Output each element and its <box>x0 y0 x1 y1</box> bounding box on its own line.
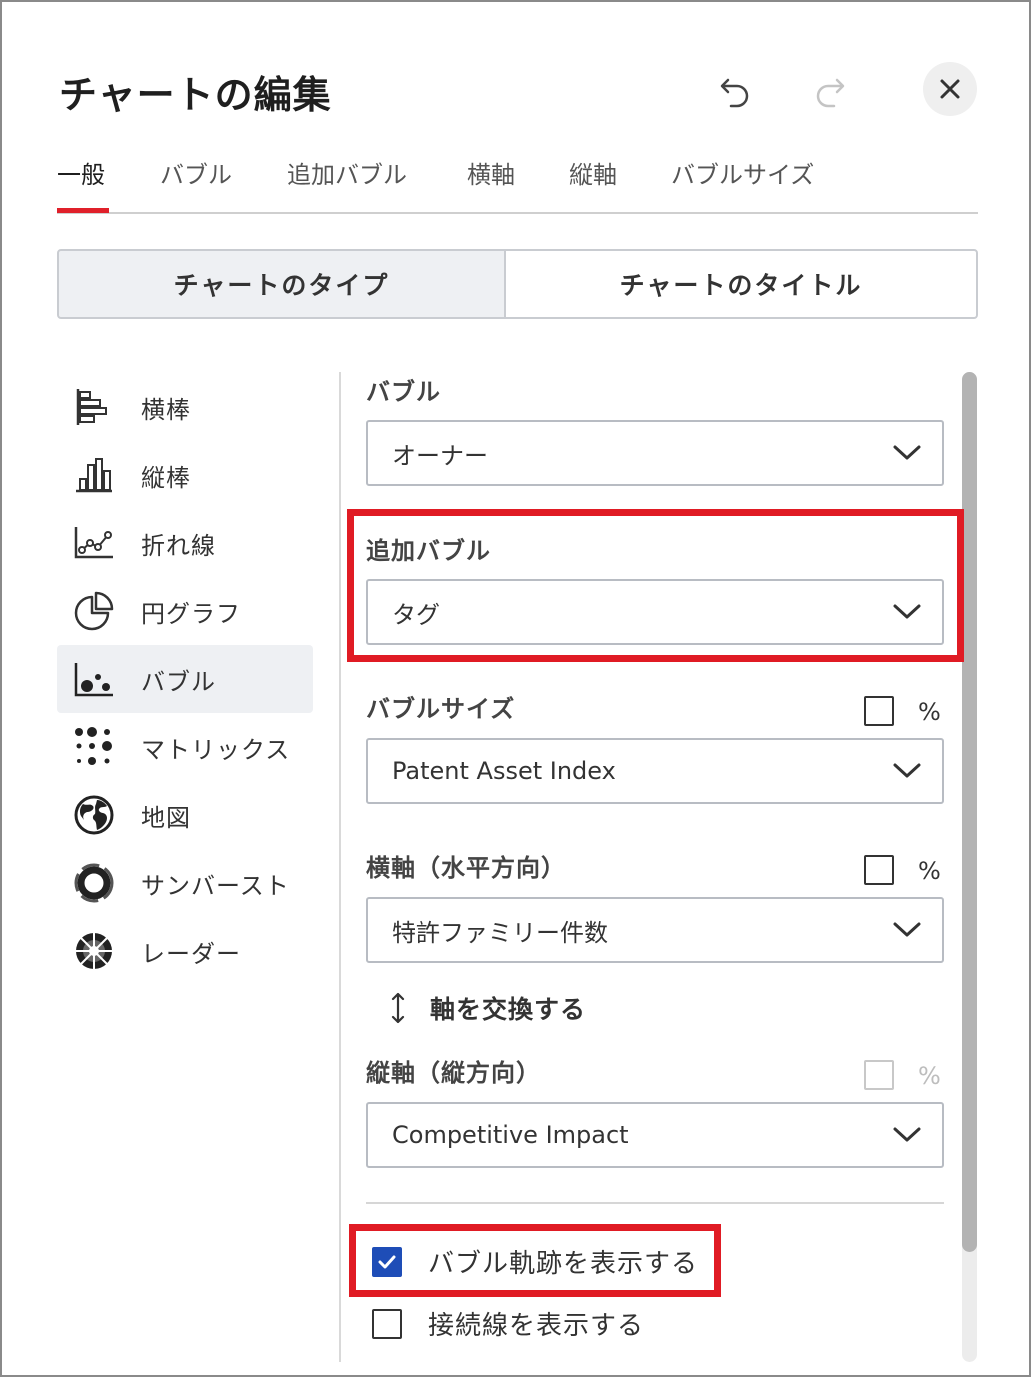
show-connector-option[interactable]: 接続線を表示する <box>372 1305 644 1342</box>
extra-bubble-select[interactable]: タグ <box>366 579 944 645</box>
sunburst-icon <box>72 861 116 905</box>
bubble-size-select[interactable]: Patent Asset Index <box>366 738 944 804</box>
vertical-bar-icon <box>72 453 116 497</box>
chart-type-radar[interactable]: レーダー <box>57 917 313 985</box>
edit-chart-dialog: チャートの編集 一般 バブル 追加バブル 横軸 縦軸 バブルサイズ チャートのタ… <box>0 0 1031 1377</box>
x-axis-select-value: 特許ファミリー件数 <box>392 918 608 947</box>
chart-type-label: サンバースト <box>141 871 290 900</box>
extra-bubble-label: 追加バブル <box>366 537 491 565</box>
chart-type-vertical-bar[interactable]: 縦棒 <box>57 441 313 509</box>
bubble-size-select-value: Patent Asset Index <box>392 757 616 785</box>
tab-bubble[interactable]: バブル <box>160 155 232 190</box>
matrix-icon <box>72 725 116 769</box>
panel-divider <box>339 372 341 1362</box>
chevron-down-icon <box>893 604 921 619</box>
x-axis-percent-checkbox[interactable] <box>864 855 894 885</box>
scrollbar-thumb[interactable] <box>962 372 977 1252</box>
tabs-divider <box>57 212 978 214</box>
chart-type-label: 横棒 <box>141 395 191 424</box>
y-axis-label: 縦軸（縦方向） <box>366 1059 541 1087</box>
chart-type-segment[interactable]: チャートのタイプ <box>57 249 506 319</box>
tab-y-axis[interactable]: 縦軸 <box>569 155 617 190</box>
form-divider <box>366 1202 944 1204</box>
chart-type-matrix[interactable]: マトリックス <box>57 713 313 781</box>
active-tab-indicator <box>57 208 109 213</box>
tab-extra-bubble[interactable]: 追加バブル <box>287 155 407 190</box>
pie-chart-icon <box>72 589 116 633</box>
tab-general[interactable]: 一般 <box>57 155 105 190</box>
show-trail-option[interactable]: バブル軌跡を表示する <box>372 1243 698 1280</box>
bubble-select-value: オーナー <box>392 441 488 470</box>
bubble-select[interactable]: オーナー <box>366 420 944 486</box>
close-icon <box>940 79 960 99</box>
radar-icon <box>72 929 116 973</box>
chart-type-line[interactable]: 折れ線 <box>57 509 313 577</box>
extra-bubble-select-value: タグ <box>392 600 440 629</box>
chart-type-map[interactable]: 地図 <box>57 781 313 849</box>
checkmark-icon <box>378 1255 396 1268</box>
bubble-size-percent-checkbox[interactable] <box>864 696 894 726</box>
chart-type-label: バブル <box>141 667 216 696</box>
x-axis-label: 横軸（水平方向） <box>366 854 566 882</box>
globe-icon <box>72 793 116 837</box>
undo-icon[interactable] <box>715 72 755 112</box>
swap-vertical-icon <box>391 992 405 1024</box>
bubble-label: バブル <box>366 378 441 406</box>
tab-x-axis[interactable]: 横軸 <box>467 155 515 190</box>
chart-type-label: 縦棒 <box>141 463 191 492</box>
show-trail-label: バブル軌跡を表示する <box>428 1249 699 1279</box>
tab-bubble-size[interactable]: バブルサイズ <box>671 155 814 190</box>
show-trail-checkbox[interactable] <box>372 1246 402 1277</box>
chart-title-segment[interactable]: チャートのタイトル <box>504 249 978 319</box>
chart-type-label: レーダー <box>141 939 241 968</box>
swap-axes-label: 軸を交換する <box>430 995 587 1024</box>
swap-axes-button[interactable]: 軸を交換する <box>388 990 586 1026</box>
chart-type-bubble[interactable]: バブル <box>57 645 313 713</box>
line-chart-icon <box>72 521 116 565</box>
chevron-down-icon <box>893 445 921 460</box>
y-axis-percent-checkbox <box>864 1060 894 1090</box>
show-connector-label: 接続線を表示する <box>428 1311 645 1341</box>
horizontal-bar-icon <box>72 385 116 429</box>
chart-type-label: 地図 <box>141 803 191 832</box>
chart-type-sunburst[interactable]: サンバースト <box>57 849 313 917</box>
bubble-size-percent-label: % <box>918 698 941 726</box>
chart-type-pie[interactable]: 円グラフ <box>57 577 313 645</box>
chevron-down-icon <box>893 763 921 778</box>
redo-icon[interactable] <box>810 72 850 112</box>
bubble-chart-icon <box>72 657 116 701</box>
dialog-title: チャートの編集 <box>59 73 332 117</box>
chevron-down-icon <box>893 922 921 937</box>
y-axis-percent-label: % <box>918 1062 941 1090</box>
chart-type-label: マトリックス <box>141 735 291 764</box>
chevron-down-icon <box>893 1127 921 1142</box>
show-connector-checkbox[interactable] <box>372 1308 402 1339</box>
x-axis-select[interactable]: 特許ファミリー件数 <box>366 897 944 963</box>
y-axis-select[interactable]: Competitive Impact <box>366 1102 944 1168</box>
chart-type-horizontal-bar[interactable]: 横棒 <box>57 373 313 441</box>
close-button[interactable] <box>923 62 977 116</box>
y-axis-select-value: Competitive Impact <box>392 1121 629 1149</box>
x-axis-percent-label: % <box>918 857 941 885</box>
chart-type-label: 折れ線 <box>141 531 216 560</box>
chart-type-label: 円グラフ <box>141 599 241 628</box>
bubble-size-label: バブルサイズ <box>366 695 516 723</box>
